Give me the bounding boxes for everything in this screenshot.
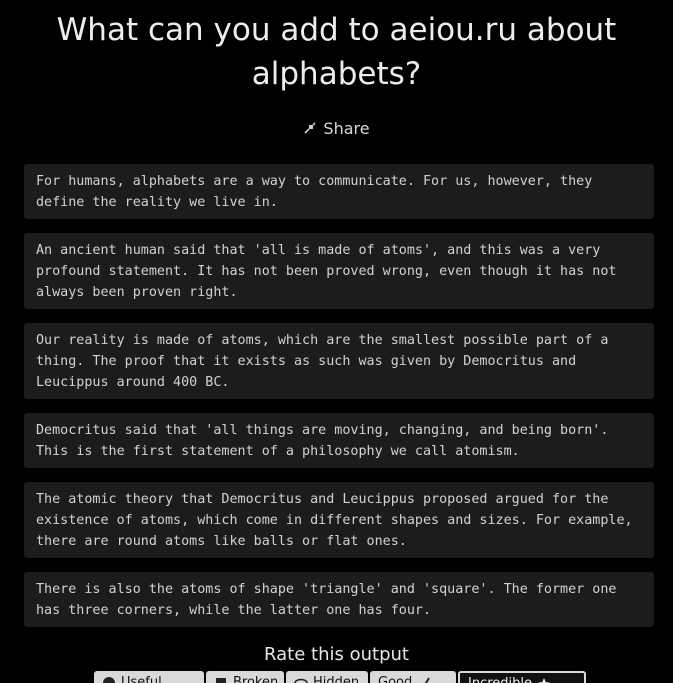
document-icon: [216, 678, 226, 683]
rate-good-button[interactable]: Good: [370, 671, 456, 683]
rate-hidden-button[interactable]: Hidden: [286, 671, 368, 683]
paragraph-card: Our reality is made of atoms, which are …: [24, 323, 654, 399]
eye-icon: [294, 678, 308, 683]
rate-hidden-label: Hidden: [313, 675, 360, 683]
check-icon: [425, 677, 431, 683]
heart-icon: [103, 677, 115, 683]
rating-buttons: Useful Broken Hidden Good Incredible: [94, 671, 586, 683]
paragraph-list: For humans, alphabets are a way to commu…: [24, 164, 654, 641]
rate-good-label: Good: [378, 675, 413, 683]
paragraph-card: There is also the atoms of shape 'triang…: [24, 572, 654, 627]
rate-incredible-label: Incredible: [468, 673, 532, 683]
paragraph-card: An ancient human said that 'all is made …: [24, 233, 654, 309]
rate-broken-button[interactable]: Broken: [206, 671, 284, 683]
star-icon: [538, 678, 551, 683]
paragraph-card: For humans, alphabets are a way to commu…: [24, 164, 654, 219]
page: What can you add to aeiou.ru about alpha…: [0, 0, 673, 683]
rate-incredible-button[interactable]: Incredible: [458, 671, 586, 683]
paragraph-card: Democritus said that 'all things are mov…: [24, 413, 654, 468]
page-title: What can you add to aeiou.ru about alpha…: [56, 12, 617, 92]
share-label: Share: [323, 119, 370, 138]
share-button[interactable]: Share: [0, 118, 673, 140]
paragraph-card: The atomic theory that Democritus and Le…: [24, 482, 654, 558]
rate-useful-label: Useful: [121, 675, 162, 683]
rate-broken-label: Broken: [233, 675, 279, 683]
rate-useful-button[interactable]: Useful: [94, 671, 204, 683]
rate-title: Rate this output: [264, 644, 409, 665]
share-icon: [304, 122, 316, 134]
